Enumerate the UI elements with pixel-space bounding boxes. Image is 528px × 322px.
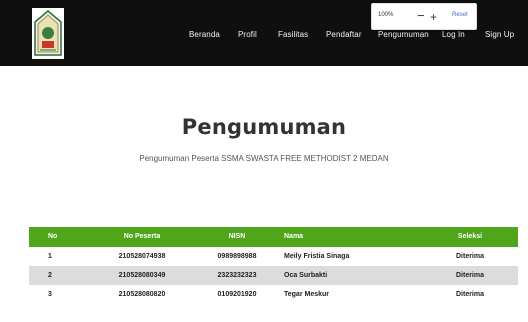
cell-no: 1: [48, 253, 52, 260]
table-row: 2 210528080349 2323232323 Oca Surbakti D…: [29, 266, 518, 285]
cell-nisn: 0109201920: [217, 291, 257, 298]
nav-fasilitas[interactable]: Fasilitas: [278, 30, 308, 39]
cell-nama: Oca Surbakti: [284, 272, 328, 279]
column-header-no: No: [48, 233, 58, 240]
table-row: 3 210528080820 0109201920 Tegar Meskur D…: [29, 285, 518, 304]
column-header-nama: Nama: [284, 233, 304, 240]
cell-no: 3: [48, 291, 52, 298]
cell-nisn: 0989898988: [217, 253, 257, 260]
column-header-no-peserta: No Peserta: [123, 233, 161, 240]
school-logo[interactable]: [32, 8, 64, 59]
cell-no-peserta: 210528080820: [118, 291, 166, 298]
results-table: No No Peserta NISN Nama Seleksi 1 210528…: [29, 227, 518, 304]
nav-profil[interactable]: Profil: [238, 30, 257, 39]
column-header-nisn: NISN: [228, 233, 246, 240]
column-header-seleksi: Seleksi: [457, 233, 483, 240]
cell-no-peserta: 210528080349: [118, 272, 166, 279]
nav-login[interactable]: Log In: [442, 30, 465, 39]
page-subtitle: Pengumuman Peserta SSMA SWASTA FREE METH…: [139, 154, 389, 163]
page-title: Pengumuman: [181, 115, 347, 139]
cell-seleksi: Diterima: [455, 253, 484, 260]
zoom-reset-button[interactable]: Reset: [452, 12, 468, 18]
nav-beranda[interactable]: Beranda: [189, 30, 220, 39]
cell-seleksi: Diterima: [455, 272, 484, 279]
nav-signup[interactable]: Sign Up: [485, 30, 514, 39]
table-row: 1 210528074938 0989898988 Meily Fristia …: [29, 247, 518, 266]
zoom-out-button[interactable]: −: [417, 6, 425, 26]
cell-nisn: 2323232323: [217, 272, 257, 279]
cell-nama: Tegar Meskur: [284, 291, 329, 298]
nav-pengumuman[interactable]: Pengumuman: [378, 30, 429, 39]
cell-seleksi: Diterima: [455, 291, 484, 298]
zoom-level: 100%: [378, 12, 394, 18]
nav-pendaftar[interactable]: Pendaftar: [326, 30, 362, 39]
cell-nama: Meily Fristia Sinaga: [284, 253, 350, 260]
cell-no-peserta: 210528074938: [118, 253, 166, 260]
zoom-popup: 100% − + Reset: [371, 3, 477, 30]
cell-no: 2: [48, 272, 52, 279]
zoom-in-button[interactable]: +: [430, 7, 437, 27]
table-header: No No Peserta NISN Nama Seleksi: [29, 227, 518, 247]
